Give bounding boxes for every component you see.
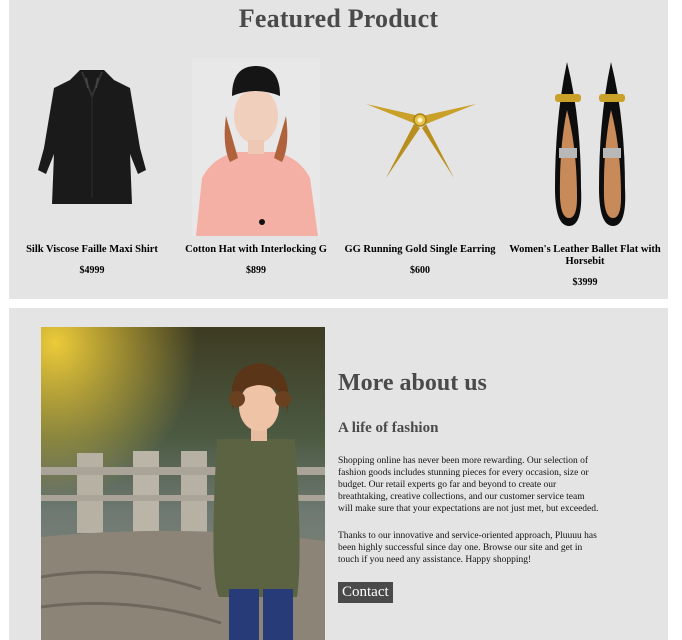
about-title: More about us: [338, 370, 487, 396]
about-paragraph: Shopping online has never been more rewa…: [338, 456, 599, 514]
featured-title: Featured Product: [238, 4, 439, 33]
ballet-flats-image[interactable]: [515, 58, 655, 236]
about-paragraph: Thanks to our innovative and service-ori…: [338, 531, 597, 565]
product-name[interactable]: Women's Leather Ballet Flat with Horsebi…: [505, 244, 665, 268]
product-card[interactable]: Silk Viscose Faille Maxi Shirt $4999: [12, 58, 172, 276]
about-subtitle: A life of fashion: [338, 420, 439, 436]
product-price: $4999: [79, 265, 105, 276]
product-name[interactable]: GG Running Gold Single Earring: [340, 244, 500, 256]
product-price: $600: [410, 265, 430, 276]
featured-section: Featured Product Silk Viscose Faille Max…: [9, 0, 668, 299]
product-card[interactable]: Women's Leather Ballet Flat with Horsebi…: [505, 58, 665, 288]
product-card[interactable]: GG Running Gold Single Earring $600: [340, 58, 500, 276]
product-price: $899: [246, 265, 266, 276]
product-name[interactable]: Silk Viscose Faille Maxi Shirt: [12, 244, 172, 256]
product-price: $3999: [572, 277, 598, 288]
product-card[interactable]: Cotton Hat with Interlocking G $899: [176, 58, 336, 276]
child-photo-image: [41, 327, 325, 640]
gold-earring-image[interactable]: [350, 58, 490, 236]
about-section: More about us A life of fashion Shopping…: [9, 308, 668, 640]
contact-button[interactable]: Contact: [338, 582, 393, 603]
model-with-hat-image[interactable]: [192, 58, 320, 236]
black-shirt-image[interactable]: [22, 58, 162, 236]
product-name[interactable]: Cotton Hat with Interlocking G: [176, 244, 336, 256]
